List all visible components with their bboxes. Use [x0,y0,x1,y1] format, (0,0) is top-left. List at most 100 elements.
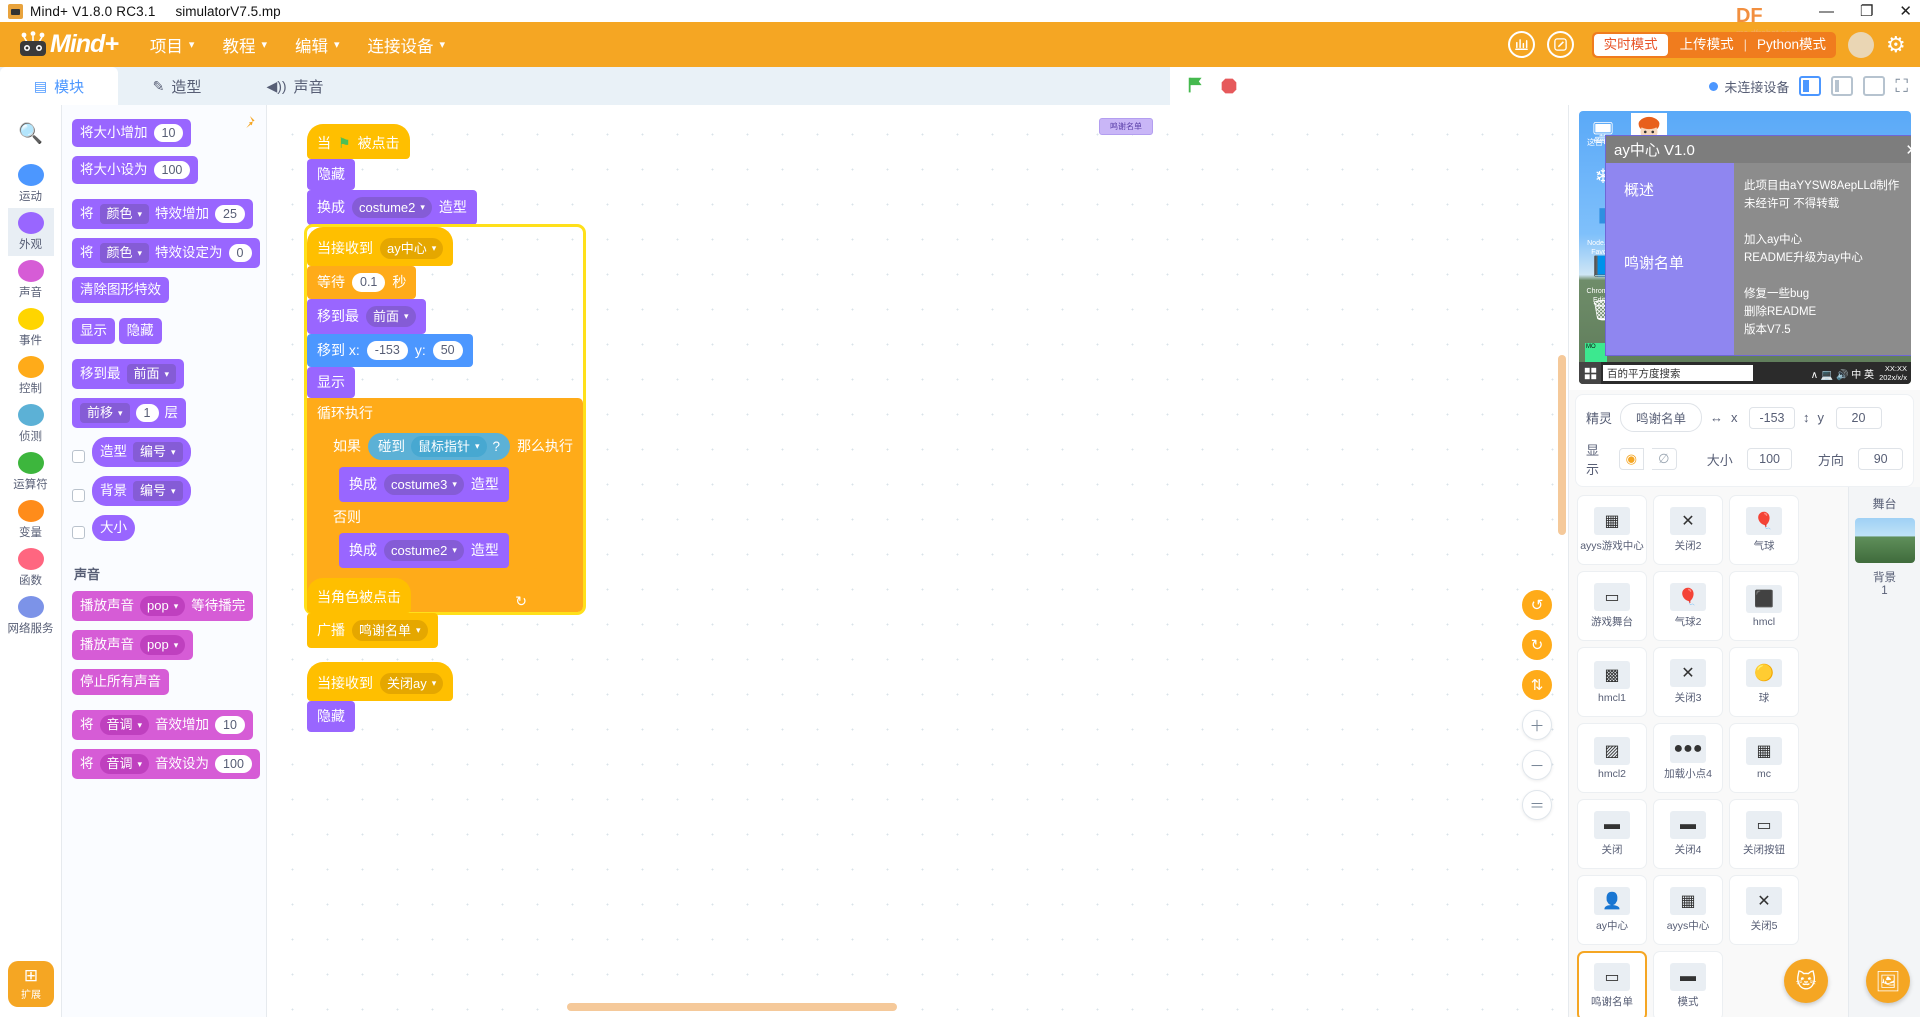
search-icon[interactable]: 🔍 [18,121,43,146]
sprite-item[interactable]: 🟡 球 [1729,647,1799,717]
block-go-to-front[interactable]: 移到最 前面 [307,299,426,334]
sprite-item[interactable]: ⬛ hmcl [1729,571,1799,641]
cleanup-button[interactable]: ⇅ [1522,670,1552,700]
block-when-i-receive[interactable]: 当接收到 ay中心 [307,227,454,266]
palette-reporter-backdrop[interactable]: 背景 编号 [92,476,191,506]
sprite-item[interactable]: ▦ mc [1729,723,1799,793]
sprite-item[interactable]: ▬ 关闭4 [1653,799,1723,869]
costume-dropdown[interactable]: costume2 [352,197,432,218]
category-3[interactable]: 事件 [8,304,54,352]
costume-number-dropdown[interactable]: 编号 [133,442,183,462]
zoom-reset-button[interactable]: ＝ [1522,790,1552,820]
message-dropdown[interactable]: 关闭ay [380,673,444,694]
sprite-item[interactable]: ▦ ayys游戏中心 [1577,495,1647,565]
layout-small-button[interactable] [1799,76,1822,96]
category-2[interactable]: 声音 [8,256,54,304]
start-button-icon[interactable] [1579,362,1601,384]
palette-block-play-sound-until-done[interactable]: 播放声音 pop 等待播完 [72,591,254,621]
palette-block-set-sound-effect[interactable]: 将 音调 音效设为 100 [72,749,260,779]
menu-item-project[interactable]: 项目 ▾ [150,33,195,57]
palette-block-set-size[interactable]: 将大小设为 100 [72,156,199,184]
script-canvas[interactable]: 鸣谢名单 当 ⚑ 被点击 隐藏 换成 costume2 造型 [267,105,1568,1017]
redo-button[interactable]: ↻ [1522,630,1552,660]
app-logo[interactable]: Mind+ [16,30,119,59]
menu-item-connect-device[interactable]: 连接设备 ▾ [368,33,446,57]
palette-reporter-costume[interactable]: 造型 编号 [92,437,191,467]
show-off-button[interactable]: ∅ [1651,448,1677,470]
canvas-vertical-scrollbar[interactable] [1558,355,1566,535]
tab-costumes[interactable]: ✎ 造型 [118,67,236,105]
block-switch-costume-3[interactable]: 换成 costume3 造型 [339,467,509,502]
costume-dropdown[interactable]: costume2 [384,540,464,561]
x-input[interactable]: -153 [1749,406,1795,429]
dialog-nav-overview[interactable]: 概述 [1624,179,1734,200]
mode-upload[interactable]: 上传模式 [1670,32,1744,58]
block-go-to-xy[interactable]: 移到 x: -153 y: 50 [307,334,473,367]
sprite-item[interactable]: 🎈 气球2 [1653,571,1723,641]
minimize-button[interactable]: — [1819,4,1834,19]
maximize-button[interactable]: ❐ [1860,4,1873,19]
script-when-sprite-clicked[interactable]: 当角色被点击 广播 鸣谢名单 [307,578,438,648]
sprite-item[interactable]: 👤 ay中心 [1577,875,1647,945]
palette-block-change-layer[interactable]: 前移 1 层 [72,398,186,428]
block-when-flag-clicked[interactable]: 当 ⚑ 被点击 [307,124,410,159]
costume-checkbox[interactable] [72,450,85,463]
stage-selector-column[interactable]: 舞台 背景 1 [1848,487,1920,1017]
sound-effect-dropdown[interactable]: 音调 [99,715,150,735]
extension-button[interactable]: ⊞ 扩展 [8,961,54,1007]
costume-dropdown[interactable]: costume3 [384,474,464,495]
block-touching[interactable]: 碰到 鼠标指针 ? [368,433,511,460]
x-input[interactable]: -153 [366,341,408,360]
stage[interactable]: 🖥 这台电脑 ❄ ▮ Node.js Favo 📘 Chrome Edit 🗑 … [1569,105,1920,390]
size-checkbox[interactable] [72,526,85,539]
palette-block-change-effect[interactable]: 将 颜色 特效增加 25 [72,199,253,229]
script-when-receive-ay[interactable]: 当接收到 ay中心 等待 0.1 秒 移到最 前面 移到 x: -153 y: … [303,224,587,615]
block-input[interactable]: 10 [153,124,184,142]
size-input[interactable]: 100 [1747,448,1792,470]
palette-block-change-sound-effect[interactable]: 将 音调 音效增加 10 [72,710,253,740]
mode-python[interactable]: Python模式 [1747,32,1836,58]
sprite-item[interactable]: ▭ 游戏舞台 [1577,571,1647,641]
palette-block-play-sound[interactable]: 播放声音 pop [72,630,194,660]
block-input[interactable]: 0.1 [352,273,386,292]
sound-dropdown[interactable]: pop [140,596,186,616]
mode-realtime[interactable]: 实时模式 [1593,33,1668,56]
block-switch-costume[interactable]: 换成 costume2 造型 [307,190,477,225]
broadcast-dropdown[interactable]: 鸣谢名单 [352,620,428,641]
palette-block-stop-all-sounds[interactable]: 停止所有声音 [72,669,169,695]
block-hide-2[interactable]: 隐藏 [307,701,355,732]
menu-item-edit[interactable]: 编辑 ▾ [295,33,340,57]
category-5[interactable]: 侦测 [8,400,54,448]
sprite-item[interactable]: ▬ 关闭 [1577,799,1647,869]
palette-block-go-to-layer[interactable]: 移到最 前面 [72,359,185,389]
show-on-button[interactable]: ◉ [1618,448,1644,470]
zoom-out-button[interactable]: － [1522,750,1552,780]
undo-button[interactable]: ↺ [1522,590,1552,620]
sprite-name-input[interactable]: 鸣谢名单 [1620,403,1702,432]
message-dropdown[interactable]: ay中心 [380,238,444,259]
sprite-item[interactable]: ●●● 加载小点4 [1653,723,1723,793]
category-1[interactable]: 外观 [7,208,54,256]
block-input[interactable]: 0 [228,244,252,262]
block-when-i-receive-close[interactable]: 当接收到 关闭ay [307,662,454,701]
category-4[interactable]: 控制 [8,352,54,400]
sound-dropdown[interactable]: pop [140,635,186,655]
block-input[interactable]: 25 [215,205,245,223]
block-palette[interactable]: 将大小增加 10 将大小设为 100 将 颜色 特效增加 25 将 颜色 特效设… [62,105,267,1017]
touching-target-dropdown[interactable]: 鼠标指针 [411,436,487,457]
gear-icon[interactable]: ⚙ [1886,32,1910,57]
block-if-else[interactable]: 如果 碰到 鼠标指针 ? 那么执行 换成 [323,426,584,590]
sprite-item[interactable]: ▨ hmcl2 [1577,723,1647,793]
y-input[interactable]: 20 [1835,406,1882,429]
edit-icon[interactable] [1546,31,1574,58]
layout-normal-button[interactable] [1831,76,1854,96]
palette-block-set-effect[interactable]: 将 颜色 特效设定为 0 [72,238,260,268]
sprite-item[interactable]: ✕ 关闭2 [1653,495,1723,565]
backdrop-checkbox[interactable] [72,489,85,502]
palette-block-hide[interactable]: 隐藏 [118,318,162,344]
sprite-item[interactable]: ▦ ayys中心 [1653,875,1723,945]
palette-block-clear-effects[interactable]: 清除图形特效 [72,277,169,303]
category-8[interactable]: 函数 [8,544,54,592]
block-wait-seconds[interactable]: 等待 0.1 秒 [307,266,417,299]
block-hide[interactable]: 隐藏 [307,159,355,190]
